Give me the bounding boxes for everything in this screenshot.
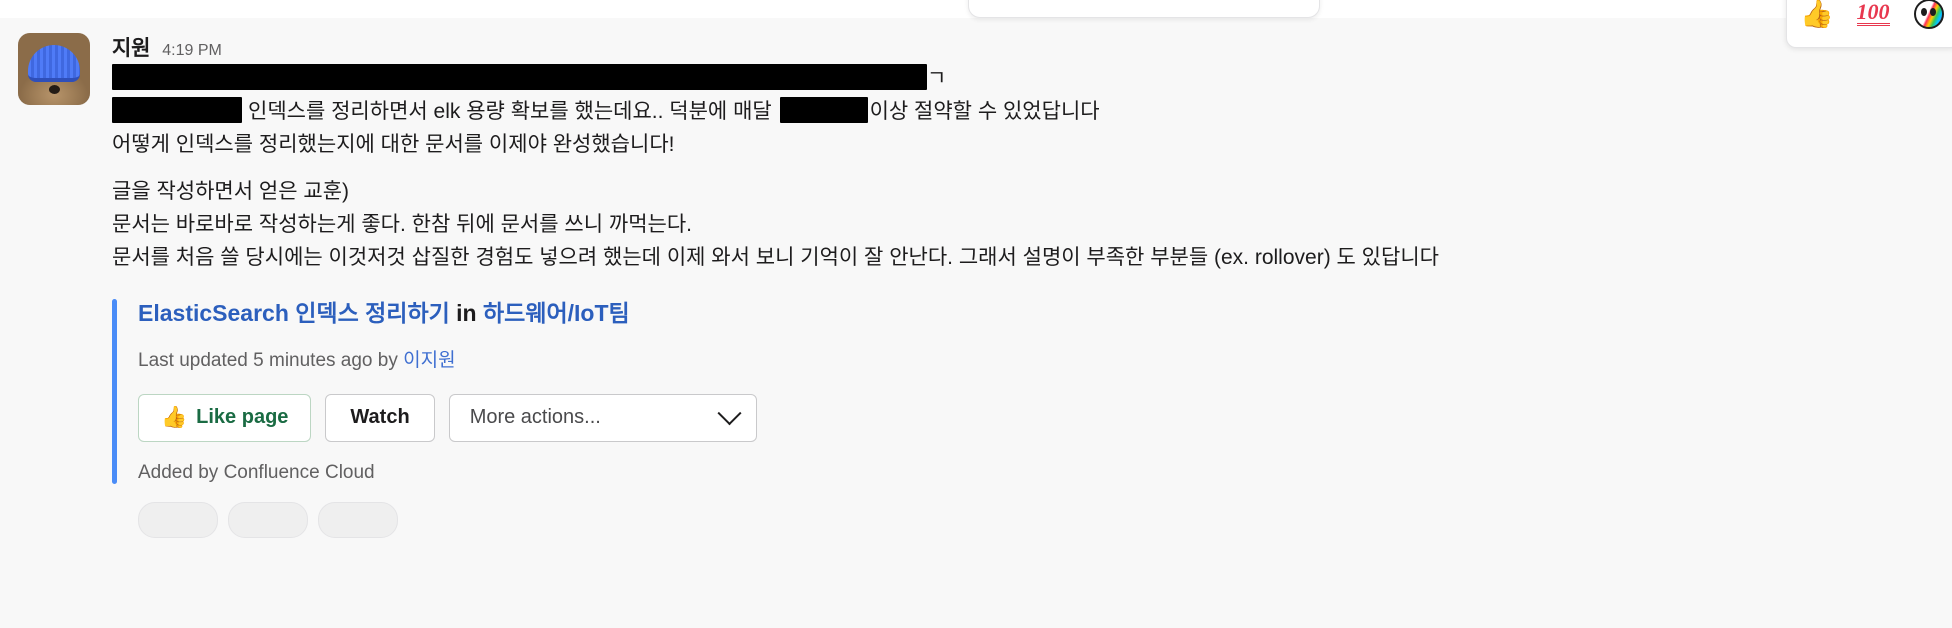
message-line-1-tail: ㄱ xyxy=(927,67,947,90)
like-page-button[interactable]: 👍 Like page xyxy=(138,393,312,442)
message-line-1: ㄱ xyxy=(112,63,1932,96)
unfurl-footer: Added by Confluence Cloud xyxy=(138,461,375,483)
reaction-pill[interactable] xyxy=(138,501,218,538)
message-body: 지원 4:19 PM ㄱ 인덱스를 정리하면서 elk 용량 확보를 했는데요.… xyxy=(112,32,1952,538)
unfurl-title-separator: in xyxy=(456,300,477,326)
message-text: ㄱ 인덱스를 정리하면서 elk 용량 확보를 했는데요.. 덕분에 매달 이상… xyxy=(112,63,1932,275)
message-header: 지원 4:19 PM xyxy=(112,32,1932,60)
message-line-3: 어떻게 인덱스를 정리했는지에 대한 문서를 이제야 완성했습니다! xyxy=(112,133,675,156)
watch-button-label: Watch xyxy=(350,406,410,429)
avatar-nose xyxy=(49,85,60,94)
message-timestamp[interactable]: 4:19 PM xyxy=(162,42,222,60)
message-row: 지원 4:19 PM ㄱ 인덱스를 정리하면서 elk 용량 확보를 했는데요.… xyxy=(0,18,1952,538)
unfurl-space-link[interactable]: 하드웨어/IoT팀 xyxy=(483,300,630,326)
reaction-pill[interactable] xyxy=(228,501,308,538)
redaction-bar-mid xyxy=(779,97,868,124)
reaction-pill[interactable] xyxy=(318,501,398,538)
redaction-bar-wide xyxy=(112,64,927,91)
hundred-points-emoji-icon[interactable]: 100 xyxy=(1856,0,1890,30)
avatar[interactable] xyxy=(18,33,90,105)
message-line-2: 인덱스를 정리하면서 elk 용량 확보를 했는데요.. 덕분에 매달 이상 절… xyxy=(112,96,1932,129)
more-actions-select[interactable]: More actions... xyxy=(448,393,757,442)
thumbsup-glyph: 👍 xyxy=(1800,0,1834,29)
message-line-4: 글을 작성하면서 얻은 교훈) xyxy=(112,180,350,203)
thumbsup-icon: 👍 xyxy=(161,405,188,429)
unfurl-last-updated: Last updated 5 minutes ago by 이지원 xyxy=(138,345,1932,372)
message-author[interactable]: 지원 xyxy=(112,32,150,62)
thumbsup-emoji-icon[interactable]: 👍 xyxy=(1800,0,1834,30)
party-face-emoji-icon[interactable] xyxy=(1913,0,1945,30)
unfurl-meta-user-link[interactable]: 이지원 xyxy=(403,350,455,371)
confluence-link-preview: ElasticSearch 인덱스 정리하기 in 하드웨어/IoT팀 Last… xyxy=(112,299,1932,484)
more-actions-label: More actions... xyxy=(469,406,601,429)
unfurl-page-link[interactable]: ElasticSearch 인덱스 정리하기 xyxy=(138,300,450,326)
unfurl-accent-bar xyxy=(112,299,117,484)
message-line-2-text-b: 이상 절약할 수 있었답니다 xyxy=(869,100,1100,123)
hundred-glyph: 100 xyxy=(1856,0,1890,26)
message-reactions xyxy=(138,501,1932,538)
message-line-6: 문서를 처음 쓸 당시에는 이것저것 삽질한 경험도 넣으려 했는데 이제 와서… xyxy=(112,246,1439,269)
watch-button[interactable]: Watch xyxy=(325,393,435,442)
unfurl-meta-prefix: Last updated 5 minutes ago by xyxy=(138,349,398,371)
like-page-button-label: Like page xyxy=(196,406,289,429)
message-line-blank xyxy=(112,162,1932,176)
chevron-down-icon xyxy=(717,401,742,426)
party-face-glyph xyxy=(1914,0,1944,29)
message-line-5: 문서는 바로바로 작성하는게 좋다. 한참 뒤에 문서를 쓰니 까먹는다. xyxy=(112,213,692,236)
floating-panel-bottom-edge xyxy=(968,0,1320,18)
unfurl-title: ElasticSearch 인덱스 정리하기 in 하드웨어/IoT팀 xyxy=(138,299,1932,329)
quick-reaction-toolbar[interactable]: 👍 100 xyxy=(1786,0,1952,48)
message-line-2-text-a: 인덱스를 정리하면서 elk 용량 확보를 했는데요.. 덕분에 매달 xyxy=(248,100,778,123)
redaction-bar-small xyxy=(112,97,242,124)
unfurl-action-bar: 👍 Like page Watch More actions... xyxy=(138,393,1932,442)
